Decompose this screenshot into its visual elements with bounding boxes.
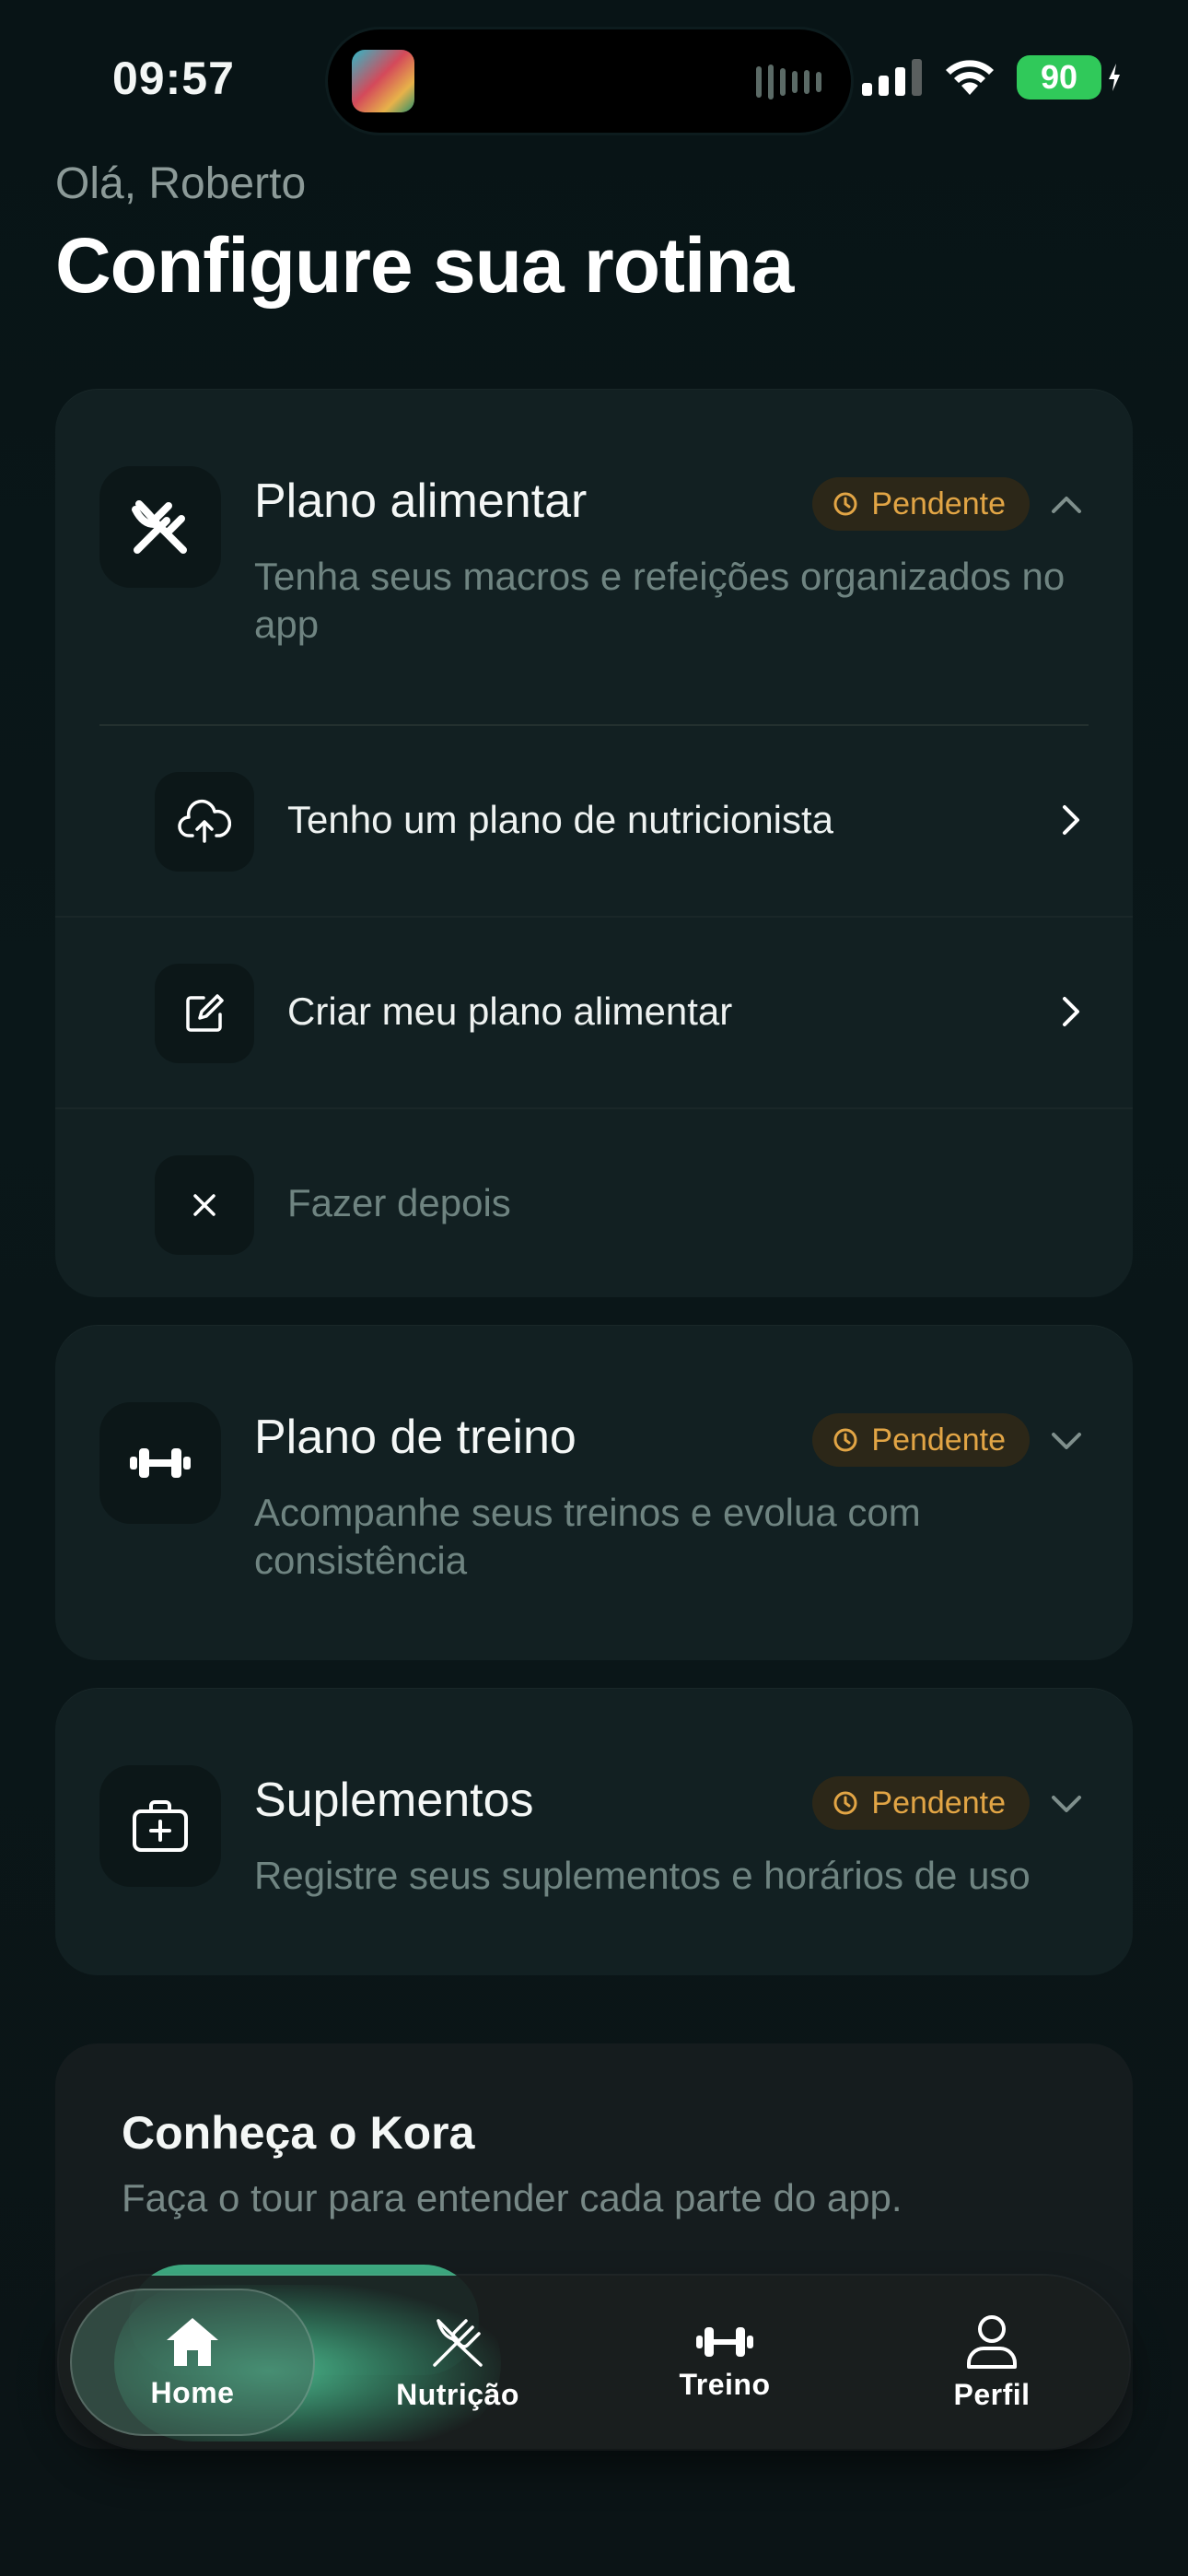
tab-perfil[interactable]: Perfil [869, 2289, 1114, 2436]
option-do-later[interactable]: Fazer depois [55, 1109, 1133, 1299]
dumbbell-icon [696, 2326, 753, 2357]
card-suplementos[interactable]: Suplementos Pendente Registre seus suple… [55, 1688, 1133, 1975]
status-time: 09:57 [112, 53, 235, 104]
status-badge: Pendente [812, 477, 1030, 531]
chevron-up-icon[interactable] [1048, 486, 1085, 523]
status-indicators: 90 [862, 55, 1124, 100]
card-plano-alimentar: Plano alimentar Pendente Tenha seus macr… [55, 389, 1133, 1297]
home-icon [167, 2317, 218, 2366]
option-create-plan[interactable]: Criar meu plano alimentar [55, 918, 1133, 1107]
dumbbell-icon [99, 1402, 221, 1524]
dynamic-island[interactable] [328, 29, 851, 133]
battery-level: 90 [1017, 55, 1101, 100]
option-label: Criar meu plano alimentar [287, 989, 733, 1033]
audio-waveform-icon [756, 64, 821, 100]
chevron-right-icon [1061, 995, 1081, 1033]
close-icon [155, 1155, 254, 1255]
chevron-right-icon [1061, 803, 1081, 841]
kora-subtitle: Faça o tour para entender cada parte do … [122, 2176, 903, 2219]
card-description: Acompanhe seus treinos e evolua com cons… [254, 1491, 921, 1582]
cellular-signal-icon [862, 59, 922, 96]
card-header-plano-alimentar[interactable]: Plano alimentar Pendente Tenha seus macr… [55, 389, 1133, 724]
status-badge-label: Pendente [871, 486, 1006, 521]
status-badge-label: Pendente [871, 1422, 1006, 1458]
card-description: Registre seus suplementos e horários de … [254, 1854, 1031, 1897]
page-title: Configure sua rotina [55, 222, 794, 309]
card-title: Plano de treino [254, 1411, 577, 1464]
tab-label: Treino [679, 2367, 771, 2401]
greeting: Olá, Roberto [55, 159, 307, 208]
tab-treino[interactable]: Treino [602, 2289, 847, 2436]
fork-knife-icon [99, 466, 221, 588]
clock-icon [833, 492, 857, 516]
fork-knife-icon [433, 2318, 483, 2367]
wifi-icon [946, 60, 994, 95]
card-plano-de-treino[interactable]: Plano de treino Pendente Acompanhe seus … [55, 1325, 1133, 1660]
chevron-down-icon[interactable] [1048, 1423, 1085, 1459]
person-icon [967, 2314, 1017, 2369]
now-playing-artwork [352, 50, 414, 112]
option-label: Fazer depois [287, 1181, 511, 1224]
clock-icon [833, 1428, 857, 1452]
cloud-upload-icon [155, 772, 254, 872]
edit-icon [155, 964, 254, 1063]
tab-home[interactable]: Home [70, 2289, 315, 2436]
status-badge: Pendente [812, 1413, 1030, 1467]
option-nutritionist-plan[interactable]: Tenho um plano de nutricionista [55, 726, 1133, 916]
status-badge: Pendente [812, 1776, 1030, 1830]
status-badge-label: Pendente [871, 1785, 1006, 1821]
kora-title: Conheça o Kora [122, 2107, 475, 2159]
card-title: Plano alimentar [254, 474, 588, 528]
option-label: Tenho um plano de nutricionista [287, 798, 834, 841]
tab-label: Nutrição [396, 2377, 519, 2411]
screen: 09:57 90 Olá, Roberto Configure sua roti… [0, 0, 1188, 2576]
card-title: Suplementos [254, 1774, 534, 1827]
medkit-icon [99, 1765, 221, 1887]
tab-label: Home [150, 2375, 235, 2409]
chevron-down-icon[interactable] [1048, 1786, 1085, 1822]
tab-label: Perfil [953, 2377, 1031, 2411]
clock-icon [833, 1791, 857, 1815]
tab-bar: Home Nutrição Treino Perfil [59, 2276, 1129, 2449]
battery-icon: 90 [1017, 55, 1124, 100]
tab-nutricao[interactable]: Nutrição [335, 2289, 580, 2436]
card-description: Tenha seus macros e refeições organizado… [254, 555, 1066, 646]
